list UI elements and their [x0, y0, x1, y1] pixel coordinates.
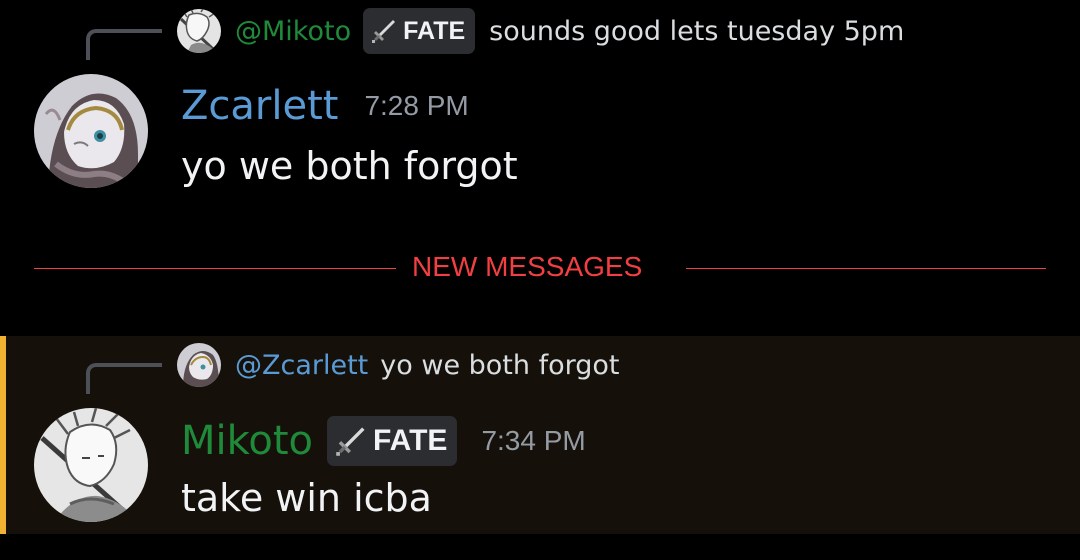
- reply-avatar-mikoto[interactable]: [177, 9, 221, 53]
- mention-highlight-bar: [0, 336, 6, 534]
- guild-tag-label: FATE: [403, 16, 466, 45]
- reply-mention[interactable]: @Zcarlett: [235, 350, 368, 381]
- author-name[interactable]: Mikoto: [181, 418, 313, 464]
- message-content: take win icba: [181, 476, 432, 520]
- guild-tag[interactable]: FATE: [327, 416, 458, 466]
- author-name[interactable]: Zcarlett: [181, 83, 338, 129]
- avatar-zcarlett[interactable]: [34, 74, 148, 188]
- sword-icon: [336, 427, 365, 456]
- reply-avatar-zcarlett[interactable]: [177, 343, 221, 387]
- reply-text[interactable]: sounds good lets tuesday 5pm: [489, 16, 904, 47]
- divider-line: [686, 268, 1046, 269]
- reply-preview[interactable]: @Zcarlett yo we both forgot: [177, 343, 619, 387]
- reply-preview[interactable]: @Mikoto FATE sounds good lets tuesday 5p…: [177, 8, 904, 54]
- reply-text[interactable]: yo we both forgot: [380, 350, 619, 381]
- reply-mention[interactable]: @Mikoto: [235, 16, 351, 47]
- guild-tag-label: FATE: [373, 424, 448, 457]
- timestamp[interactable]: 7:28 PM: [364, 90, 468, 122]
- divider-line: [34, 268, 396, 269]
- new-messages-divider: NEW MESSAGES: [34, 247, 1046, 289]
- guild-tag[interactable]: FATE: [363, 8, 476, 54]
- message-header: Zcarlett 7:28 PM: [181, 78, 469, 134]
- sword-icon: [372, 20, 396, 43]
- message-item[interactable]: @Mikoto FATE sounds good lets tuesday 5p…: [0, 0, 1080, 210]
- chat-log: @Mikoto FATE sounds good lets tuesday 5p…: [0, 0, 1080, 560]
- timestamp[interactable]: 7:34 PM: [481, 425, 585, 457]
- message-content: yo we both forgot: [181, 144, 518, 188]
- avatar-mikoto[interactable]: [34, 408, 148, 522]
- reply-connector: [86, 29, 162, 60]
- message-item-mentioned[interactable]: @Zcarlett yo we both forgot Mikoto FATE …: [0, 336, 1080, 534]
- new-messages-label: NEW MESSAGES: [412, 251, 643, 282]
- message-header: Mikoto FATE 7:34 PM: [181, 413, 586, 469]
- reply-connector: [86, 363, 162, 394]
